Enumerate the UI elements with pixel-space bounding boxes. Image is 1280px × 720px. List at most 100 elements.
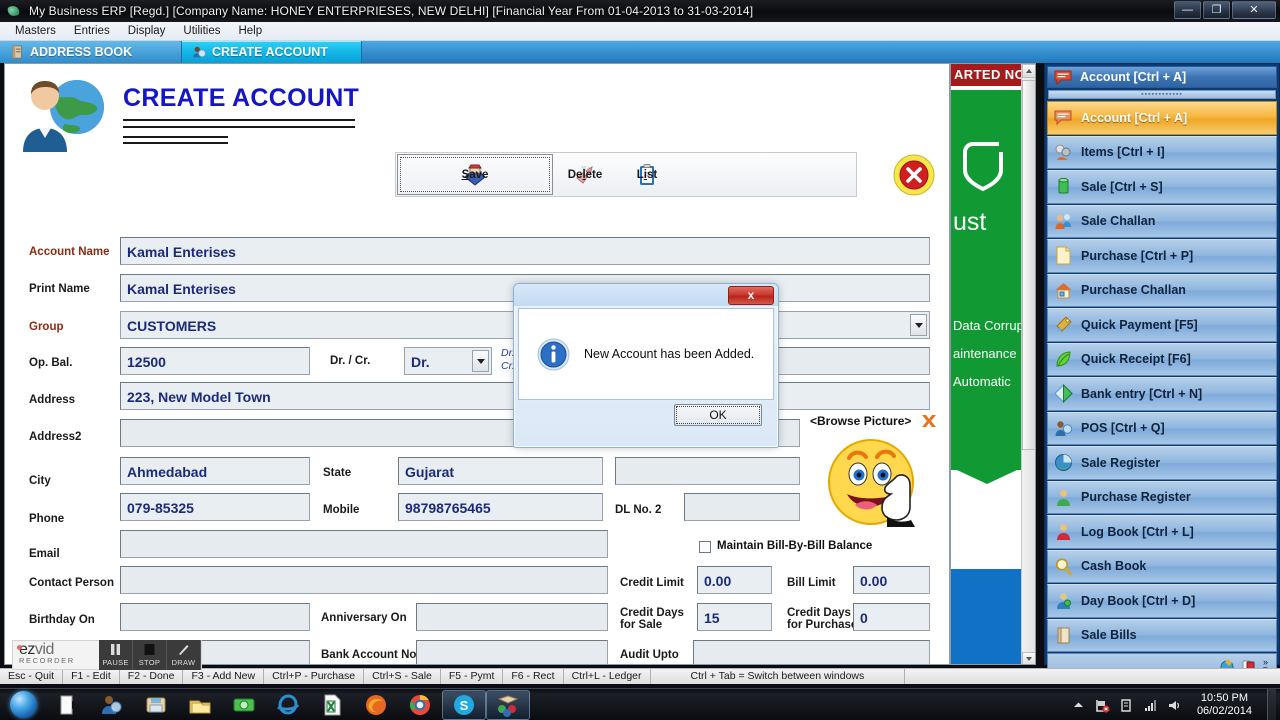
credit-limit-label: Credit Limit [620,577,684,589]
group-label: Group [29,321,64,333]
maintain-bill-checkbox[interactable] [699,541,711,553]
taskbar-notepad[interactable] [46,690,90,720]
taskbar-contacts[interactable] [90,690,134,720]
sidebar-item-items[interactable]: Items [Ctrl + I] [1047,135,1277,169]
stop-button[interactable]: STOP [133,640,167,670]
list-button[interactable]: List [617,154,677,195]
menu-item-display[interactable]: Display [119,24,175,38]
bank-account-no-input[interactable] [416,640,608,664]
sidebar-item-account[interactable]: Account [Ctrl + A] [1047,101,1277,135]
sidebar-item-label: Items [Ctrl + I] [1081,145,1165,160]
email-input[interactable] [120,530,608,558]
excel-icon [324,694,341,715]
sidebar-item-purchase-register[interactable]: Purchase Register [1047,480,1277,514]
chevron-down-icon[interactable] [472,350,489,372]
close-form-button[interactable] [893,154,935,196]
taskbar-erp[interactable] [486,689,530,720]
taskbar-folders[interactable] [178,690,222,720]
sidebar-item-day-book[interactable]: Day Book [Ctrl + D] [1047,584,1277,618]
op-bal-input[interactable]: 12500 [120,347,310,375]
menu-item-utilities[interactable]: Utilities [174,24,229,38]
credit-days-purchase-input[interactable]: 0 [853,603,930,631]
credit-days-sale-input[interactable]: 15 [697,603,772,631]
draw-button[interactable]: DRAW [167,640,201,670]
show-desktop-button[interactable] [1267,689,1276,720]
taskbar-explorer[interactable] [134,690,178,720]
mobile-input[interactable]: 98798765465 [398,493,603,521]
dr-cr-label: Dr. / Cr. [330,355,371,367]
book-icon [1057,627,1070,644]
signal-icon[interactable] [1143,698,1158,713]
taskbar-excel[interactable] [310,690,354,720]
dr-cr-dropdown[interactable]: Dr. [404,347,492,375]
sidebar-grip[interactable]: ▪▪▪▪▪▪▪▪▪▪▪▪ [1048,90,1276,99]
audit-upto-input[interactable] [693,640,930,664]
promo-scrollbar[interactable] [1021,64,1035,664]
state-input[interactable]: Gujarat [398,457,603,485]
clock-time: 10:50 PM [1200,692,1249,704]
scroll-down-icon[interactable] [1022,652,1035,664]
sidebar-item-sale[interactable]: Sale [Ctrl + S] [1047,170,1277,204]
dl-no-2-input[interactable] [684,493,800,521]
dialog-ok-button[interactable]: OK [674,404,762,426]
chrome-icon [410,694,430,715]
network-error-icon[interactable] [1095,698,1110,713]
state-extra-input[interactable] [615,457,800,485]
scroll-thumb[interactable] [1022,80,1035,450]
minimize-button[interactable]: — [1174,1,1201,19]
sidebar-item-sale-register[interactable]: Sale Register [1047,446,1277,480]
city-input[interactable]: Ahmedabad [120,457,310,485]
promo-blue-block [951,569,1023,664]
taskbar-internet-explorer[interactable] [266,690,310,720]
birthday-input[interactable] [120,603,310,631]
show-hidden-icons[interactable] [1071,698,1086,713]
pause-button[interactable]: PAUSE [99,640,133,670]
sidebar-item-log-book[interactable]: Log Book [Ctrl + L] [1047,515,1277,549]
start-button[interactable] [0,690,46,720]
save-button[interactable]: Save [397,154,553,195]
pie-icon [1055,454,1072,472]
volume-icon[interactable] [1167,698,1182,713]
taskbar-firefox[interactable] [354,690,398,720]
account-name-input[interactable]: Kamal Enterises [120,237,930,265]
remove-picture-icon[interactable] [920,412,938,430]
sidebar-item-sale-challan[interactable]: Sale Challan [1047,204,1277,238]
sidebar-item-quick-payment[interactable]: Quick Payment [F5] [1047,308,1277,342]
anniversary-input[interactable] [416,603,608,631]
account-name-label: Account Name [29,246,110,258]
taskbar-skype[interactable]: S [442,689,486,720]
contact-person-input[interactable] [120,566,608,594]
chevron-down-icon[interactable] [910,314,927,336]
menu-item-help[interactable]: Help [229,24,271,38]
maximize-button[interactable]: ❐ [1203,1,1230,19]
tab-create-account[interactable]: CREATE ACCOUNT [182,41,362,63]
credit-limit-input[interactable]: 0.00 [697,566,772,594]
taskbar-money[interactable] [222,690,266,720]
dialog-close-button[interactable]: x [728,286,774,305]
sidebar-item-label: Purchase Challan [1081,283,1186,298]
sidebar-item-purchase-challan[interactable]: Purchase Challan [1047,273,1277,307]
birthday-label: Birthday On [29,614,95,626]
print-name-label: Print Name [29,283,90,295]
sidebar-item-pos[interactable]: POS [Ctrl + Q] [1047,411,1277,445]
sidebar-item-purchase[interactable]: Purchase [Ctrl + P] [1047,239,1277,273]
clock[interactable]: 10:50 PM 06/02/2014 [1191,692,1258,718]
phone-input[interactable]: 079-85325 [120,493,310,521]
bill-limit-input[interactable]: 0.00 [853,566,930,594]
sidebar-item-sale-bills[interactable]: Sale Bills [1047,618,1277,652]
tab-address-book[interactable]: ADDRESS BOOK [0,41,182,63]
action-center-icon[interactable] [1119,698,1134,713]
sidebar-item-bank-entry[interactable]: Bank entry [Ctrl + N] [1047,377,1277,411]
money-icon [233,698,255,711]
email-label: Email [29,548,60,560]
stop-label: STOP [138,658,161,667]
sidebar-item-cash-book[interactable]: Cash Book [1047,549,1277,583]
scroll-up-icon[interactable] [1022,64,1035,78]
taskbar-chrome[interactable] [398,690,442,720]
window-controls: — ❐ ✕ [1174,1,1276,19]
browse-picture-label[interactable]: <Browse Picture> [810,414,911,428]
close-window-button[interactable]: ✕ [1232,1,1276,19]
menu-item-masters[interactable]: Masters [6,24,65,38]
sidebar-item-quick-receipt[interactable]: Quick Receipt [F6] [1047,342,1277,376]
menu-item-entries[interactable]: Entries [65,24,119,38]
